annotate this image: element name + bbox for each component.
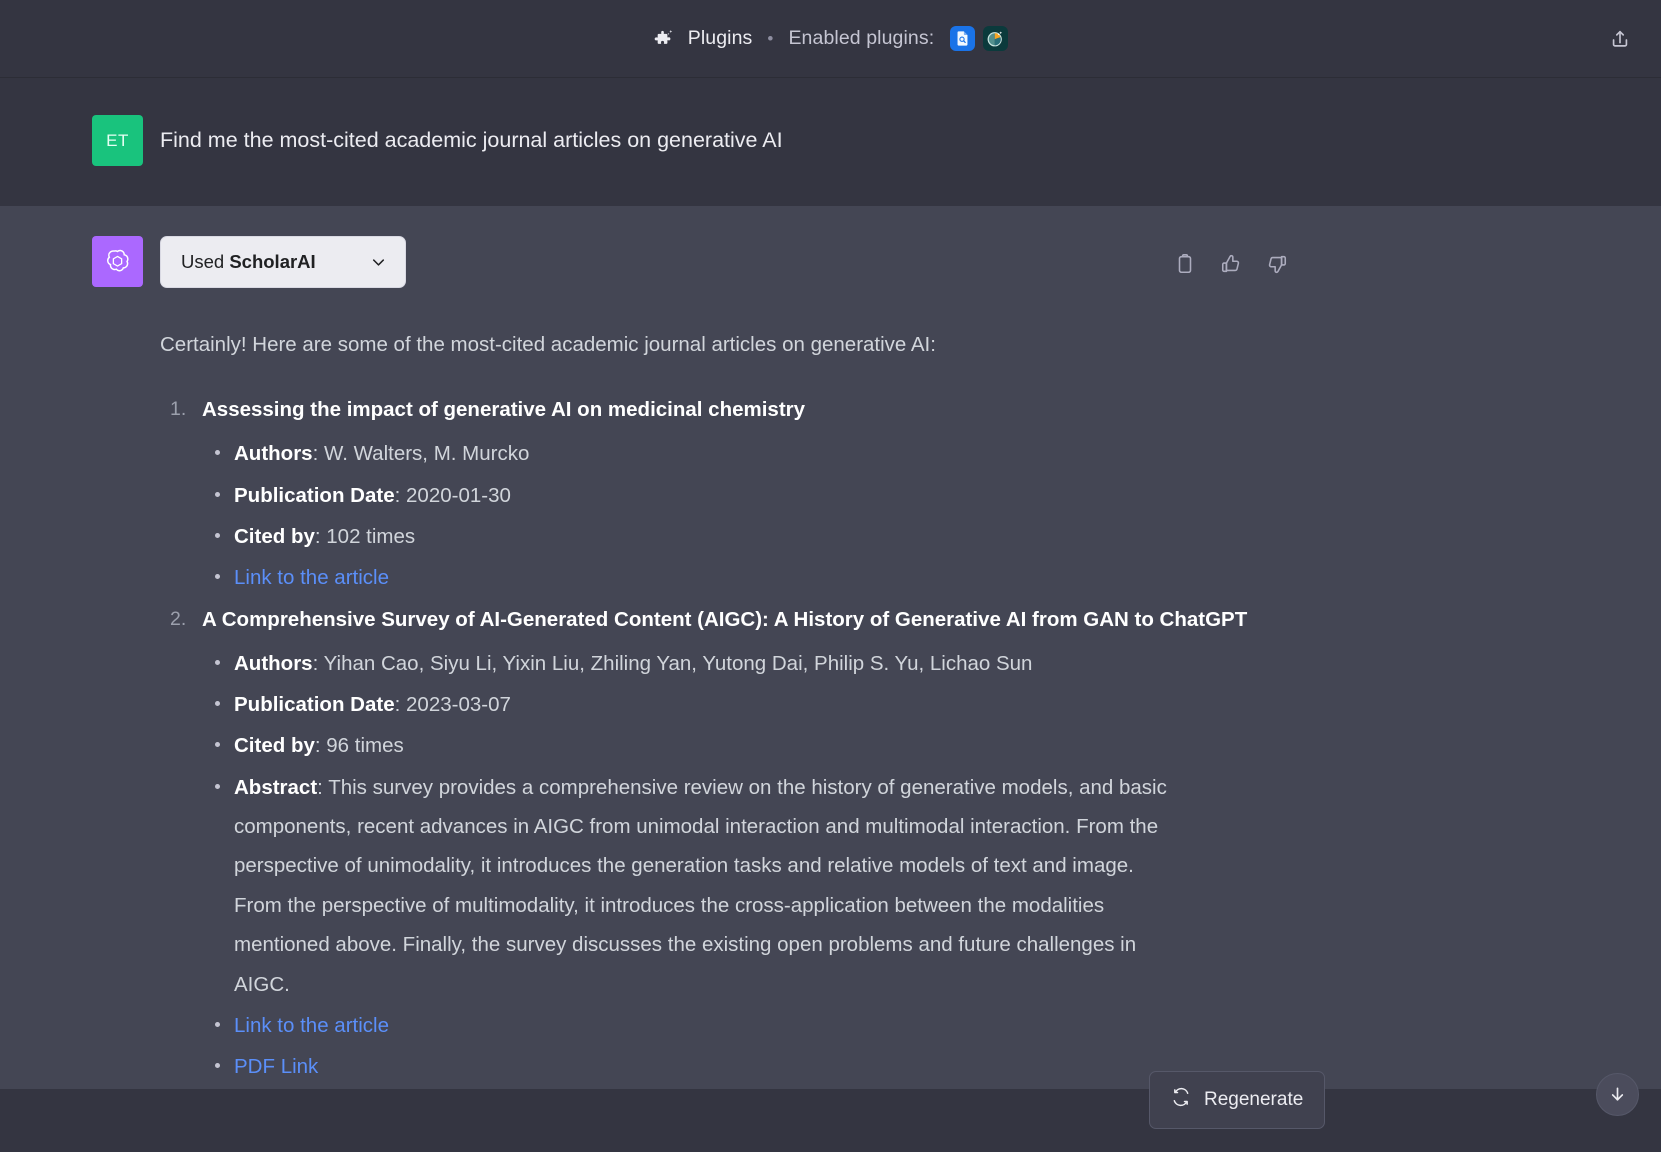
regenerate-label: Regenerate [1204, 1089, 1304, 1110]
puzzle-piece-icon [653, 28, 675, 50]
user-avatar: ET [92, 115, 143, 166]
detail-authors: Authors: W. Walters, M. Murcko [215, 434, 1461, 473]
article-title: A Comprehensive Survey of AI-Generated C… [202, 607, 1248, 631]
detail-publication-date: Publication Date: 2023-03-07 [215, 685, 1461, 724]
article-item: A Comprehensive Survey of AI-Generated C… [170, 600, 1461, 1087]
reply-actions [1171, 250, 1291, 278]
assistant-message-row: Used ScholarAI Certainly! Here are some … [0, 206, 1661, 1089]
assistant-intro-text: Certainly! Here are some of the most-cit… [160, 333, 936, 356]
pdf-link[interactable]: PDF Link [234, 1055, 318, 1078]
article-list: Assessing the impact of generative AI on… [160, 390, 1461, 1086]
article-title: Assessing the impact of generative AI on… [202, 398, 806, 422]
thumbs-down-icon[interactable] [1263, 250, 1291, 278]
thumbs-up-icon[interactable] [1217, 250, 1245, 278]
detail-cited-by: Cited by: 96 times [215, 726, 1461, 765]
plugin-strip: Plugins • Enabled plugins: [653, 26, 1009, 51]
detail-abstract: Abstract: This survey provides a compreh… [215, 768, 1182, 1004]
detail-link: Link to the article [215, 1006, 1461, 1045]
detail-publication-date: Publication Date: 2020-01-30 [215, 476, 1461, 515]
scroll-to-bottom-button[interactable] [1596, 1073, 1639, 1116]
separator-dot: • [767, 29, 774, 48]
user-avatar-wrap: ET [0, 115, 160, 166]
plugins-label: Plugins [687, 27, 753, 49]
used-plugin-label: Used ScholarAI [181, 251, 316, 272]
assistant-avatar-wrap [0, 236, 160, 1089]
chevron-down-icon [369, 253, 388, 272]
share-button[interactable] [1601, 20, 1639, 58]
used-plugin-disclosure[interactable]: Used ScholarAI [160, 236, 406, 288]
article-details: Authors: W. Walters, M. Murcko Publicati… [202, 434, 1461, 597]
detail-cited-by: Cited by: 102 times [215, 517, 1461, 556]
scholarai-plugin-icon[interactable] [950, 26, 976, 51]
article-link[interactable]: Link to the article [234, 1014, 389, 1037]
regenerate-icon [1171, 1087, 1191, 1113]
copy-icon[interactable] [1171, 250, 1199, 278]
chart-plugin-icon[interactable] [983, 26, 1009, 51]
detail-link: Link to the article [215, 558, 1461, 597]
user-message-text: Find me the most-cited academic journal … [160, 128, 783, 152]
assistant-avatar [92, 236, 143, 287]
conversation-thread: ET Find me the most-cited academic journ… [0, 78, 1661, 1152]
user-message-row: ET Find me the most-cited academic journ… [0, 78, 1661, 206]
article-link[interactable]: Link to the article [234, 566, 389, 589]
article-item: Assessing the impact of generative AI on… [170, 390, 1461, 597]
detail-authors: Authors: Yihan Cao, Siyu Li, Yixin Liu, … [215, 644, 1461, 683]
plugins-topbar: Plugins • Enabled plugins: [0, 0, 1661, 78]
enabled-plugins-label: Enabled plugins: [788, 27, 935, 49]
enabled-plugin-icons [950, 26, 1009, 51]
article-details: Authors: Yihan Cao, Siyu Li, Yixin Liu, … [202, 644, 1461, 1087]
regenerate-button[interactable]: Regenerate [1149, 1071, 1326, 1129]
